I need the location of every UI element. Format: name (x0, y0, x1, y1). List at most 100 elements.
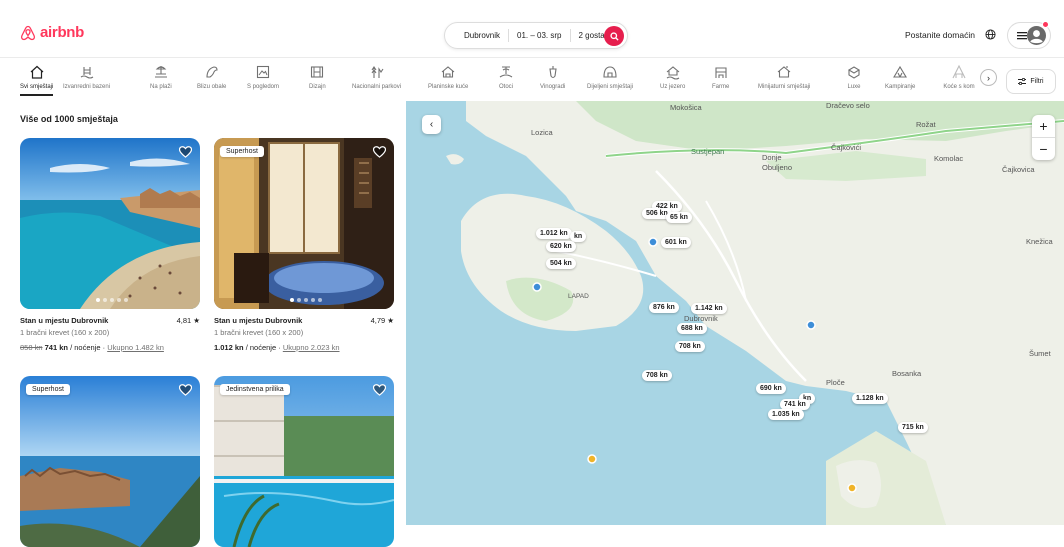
farm-icon (715, 67, 727, 78)
map-price-pin[interactable]: 1.142 kn (691, 303, 727, 314)
listing-photo[interactable]: Jedinstvena prilika (214, 376, 394, 547)
unique-opportunity-badge: Jedinstvena prilika (220, 384, 290, 395)
category-tiny-homes[interactable]: Minijaturni smještaji (758, 64, 810, 90)
heart-icon[interactable] (373, 146, 386, 158)
map-place-label: LAPAD (568, 293, 589, 300)
map-price-pin[interactable]: 1.128 kn (852, 393, 888, 404)
map-price-pin[interactable]: kn (570, 231, 587, 242)
category-all[interactable]: Svi smještaji (20, 64, 54, 96)
design-icon (311, 66, 324, 78)
category-farms[interactable]: Farme (712, 64, 729, 90)
category-design[interactable]: Dizajn (309, 64, 326, 90)
luxe-icon (847, 66, 861, 79)
map-price-pin[interactable]: 1.012 kn (536, 228, 572, 239)
search-dates[interactable]: 01. – 03. srp (509, 29, 571, 42)
listing-card[interactable]: Jedinstvena prilika (214, 376, 394, 547)
listing-image (20, 376, 200, 547)
avatar-icon (1027, 26, 1046, 45)
listing-card[interactable]: Stan u mjestu Dubrovnik 4,81 ★ 1 bračni … (20, 138, 200, 358)
price-per: / noćenje · (67, 343, 108, 352)
map-place-label: Rožat (916, 120, 936, 129)
heart-icon[interactable] (373, 384, 386, 396)
category-shared[interactable]: Dijeljeni smještaji (587, 64, 633, 90)
become-host-link[interactable]: Postanite domaćin (905, 30, 975, 40)
category-lake[interactable]: Uz jezero (660, 64, 685, 90)
top-header: airbnb Dubrovnik 01. – 03. srp 2 gosta P… (0, 0, 1064, 58)
map-price-pin[interactable]: 1.035 kn (768, 409, 804, 420)
map-price-pin[interactable]: 65 kn (666, 212, 692, 223)
chevron-left-icon: ‹ (429, 119, 434, 130)
map-price-pin[interactable]: 601 kn (661, 237, 691, 248)
zoom-out-button[interactable]: − (1032, 138, 1055, 160)
category-next-button[interactable]: › (980, 69, 997, 86)
map-price-pin[interactable]: 620 kn (546, 241, 576, 252)
notification-dot (1042, 21, 1049, 28)
plus-icon: + (1039, 118, 1048, 134)
listing-title: Stan u mjestu Dubrovnik (20, 316, 109, 325)
map-price-pin[interactable]: 688 kn (677, 323, 707, 334)
map-price-pin[interactable]: 690 kn (756, 383, 786, 394)
listing-card[interactable]: Superhost (20, 376, 200, 547)
zoom-in-button[interactable]: + (1032, 115, 1055, 137)
heart-icon[interactable] (179, 146, 192, 158)
search-bar[interactable]: Dubrovnik 01. – 03. srp 2 gosta (444, 22, 628, 49)
map-place-label: Knežica (1026, 237, 1053, 246)
star-icon: ★ (193, 316, 200, 325)
filters-button[interactable]: Filtri (1006, 69, 1056, 94)
search-icon (609, 31, 619, 41)
category-parks[interactable]: Nacionalni parkovi (352, 64, 401, 90)
category-a-frames[interactable]: Koće s kom (941, 64, 977, 90)
category-pools[interactable]: Izvanredni bazeni (63, 64, 110, 90)
category-vineyards[interactable]: Vinogradi (540, 64, 565, 90)
user-menu-button[interactable] (1007, 21, 1051, 49)
map-price-pin[interactable]: 708 kn (675, 341, 705, 352)
category-beach[interactable]: Na plaži (150, 64, 172, 90)
category-label: Farme (712, 84, 730, 90)
listing-photo[interactable]: Superhost (20, 376, 200, 547)
map-place-label: Mokošica (670, 103, 702, 112)
category-label: Vinogradi (540, 84, 566, 90)
map-price-pin[interactable]: 504 kn (546, 258, 576, 269)
category-label: Svi smještaji (20, 84, 54, 90)
map-place-label: Sustjepan (691, 147, 725, 156)
map-price-pin[interactable]: 715 kn (898, 422, 928, 433)
category-coast[interactable]: Blizu obale (197, 64, 226, 90)
map-view[interactable]: Mokošica Dračevo selo Rožat Lozica Sustj… (406, 101, 1064, 525)
map-place-label: Lozica (531, 128, 553, 137)
category-label: Planinske kuće (428, 84, 469, 90)
pool-icon (80, 67, 93, 79)
listing-photo[interactable]: Superhost (214, 138, 394, 309)
home-icon (30, 65, 44, 79)
category-view[interactable]: S pogledom (247, 64, 279, 90)
globe-icon[interactable] (985, 29, 996, 40)
listing-rating: 4,79 ★ (371, 316, 394, 325)
category-luxe[interactable]: Luxe (846, 64, 862, 90)
category-camping[interactable]: Kampiranje (885, 64, 915, 90)
listing-beds: 1 bračni krevet (160 x 200) (214, 328, 304, 337)
minus-icon: − (1039, 141, 1048, 157)
listing-card[interactable]: Superhost Stan u mjestu Dubrovnik 4,79 ★… (214, 138, 394, 358)
superhost-badge: Superhost (220, 146, 264, 157)
listing-photo[interactable] (20, 138, 200, 309)
category-label: Dizajn (309, 84, 326, 90)
map-price-pin[interactable]: 708 kn (642, 370, 672, 381)
map-place-label: Komolac (934, 154, 964, 163)
airbnb-logo[interactable]: airbnb (20, 24, 84, 41)
hamburger-menu-icon (1017, 32, 1027, 40)
listing-image (214, 376, 394, 547)
search-location[interactable]: Dubrovnik (456, 29, 510, 42)
search-button[interactable] (604, 26, 624, 46)
listing-image (20, 138, 200, 309)
total-price-link[interactable]: Ukupno 2.023 kn (283, 343, 340, 352)
category-label: Dijeljeni smještaji (587, 84, 634, 90)
category-bar: Svi smještaji Izvanredni bazeni Na plaži… (0, 58, 1064, 100)
category-islands[interactable]: Otoci (498, 64, 514, 90)
map-collapse-button[interactable]: ‹ (422, 115, 441, 134)
map-place-label: Dračevo selo (826, 101, 870, 110)
total-price-link[interactable]: Ukupno 1.482 kn (107, 343, 164, 352)
category-label: Minijaturni smještaji (758, 84, 811, 90)
heart-icon[interactable] (179, 384, 192, 396)
map-price-pin[interactable]: 876 kn (649, 302, 679, 313)
map-place-label: Čajkovica (1002, 165, 1035, 174)
category-cabins[interactable]: Planinske kuće (428, 64, 468, 90)
